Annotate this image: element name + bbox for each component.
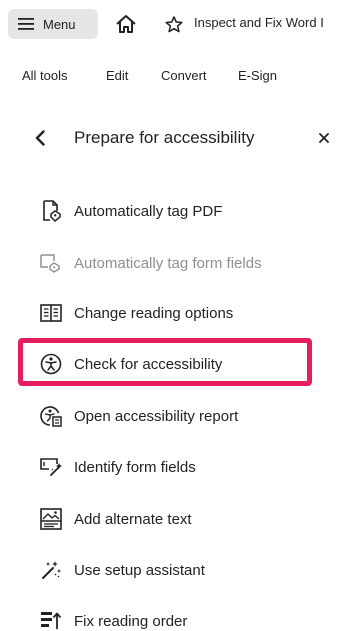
- tool-identify-form-fields[interactable]: Identify form fields: [40, 452, 310, 482]
- tab-convert[interactable]: Convert: [161, 68, 207, 83]
- tool-label: Open accessibility report: [74, 407, 239, 425]
- reading-order-icon: [40, 610, 62, 631]
- menu-button[interactable]: Menu: [8, 9, 98, 39]
- tool-label: Fix reading order: [74, 612, 188, 630]
- menu-label: Menu: [43, 16, 76, 32]
- autotag-form-icon: [40, 252, 62, 274]
- tab-esign[interactable]: E-Sign: [238, 68, 277, 83]
- tool-change-reading-options[interactable]: Change reading options: [40, 298, 310, 328]
- highlight-box: [18, 338, 312, 386]
- autotag-pdf-icon: [40, 200, 62, 222]
- tab-all-tools[interactable]: All tools: [22, 68, 68, 83]
- chevron-left-icon: [35, 130, 45, 146]
- tool-use-setup-assistant[interactable]: Use setup assistant: [40, 555, 310, 585]
- back-button[interactable]: [33, 128, 47, 148]
- star-button[interactable]: [163, 11, 185, 37]
- tool-label: Identify form fields: [74, 458, 196, 476]
- hamburger-icon: [18, 18, 34, 30]
- tool-tabs: All tools Edit Convert E-Sign: [0, 62, 343, 90]
- tab-edit[interactable]: Edit: [106, 68, 128, 83]
- book-icon: [40, 302, 62, 324]
- star-icon: [165, 15, 183, 33]
- tool-add-alternate-text[interactable]: Add alternate text: [40, 504, 310, 534]
- top-bar: Menu Inspect and Fix Word I: [0, 0, 343, 46]
- home-button[interactable]: [113, 11, 139, 37]
- close-icon: [319, 133, 329, 143]
- document-title: Inspect and Fix Word I: [194, 15, 324, 30]
- tool-label: Automatically tag form fields: [74, 254, 262, 272]
- panel-header: Prepare for accessibility: [0, 118, 343, 158]
- accessibility-report-icon: [40, 405, 62, 427]
- tool-automatically-tag-pdf[interactable]: Automatically tag PDF: [40, 196, 310, 226]
- tool-fix-reading-order[interactable]: Fix reading order: [40, 606, 310, 631]
- home-icon: [115, 14, 137, 34]
- image-alt-icon: [40, 508, 62, 530]
- tool-label: Automatically tag PDF: [74, 202, 223, 220]
- tool-label: Change reading options: [74, 304, 234, 322]
- wand-icon: [40, 559, 62, 581]
- close-button[interactable]: [317, 131, 331, 145]
- tool-label: Use setup assistant: [74, 561, 205, 579]
- panel-title: Prepare for accessibility: [74, 128, 255, 147]
- tool-label: Add alternate text: [74, 510, 192, 528]
- tool-open-accessibility-report[interactable]: Open accessibility report: [40, 401, 310, 431]
- tool-automatically-tag-form-fields: Automatically tag form fields: [40, 248, 310, 278]
- form-field-icon: [40, 456, 62, 478]
